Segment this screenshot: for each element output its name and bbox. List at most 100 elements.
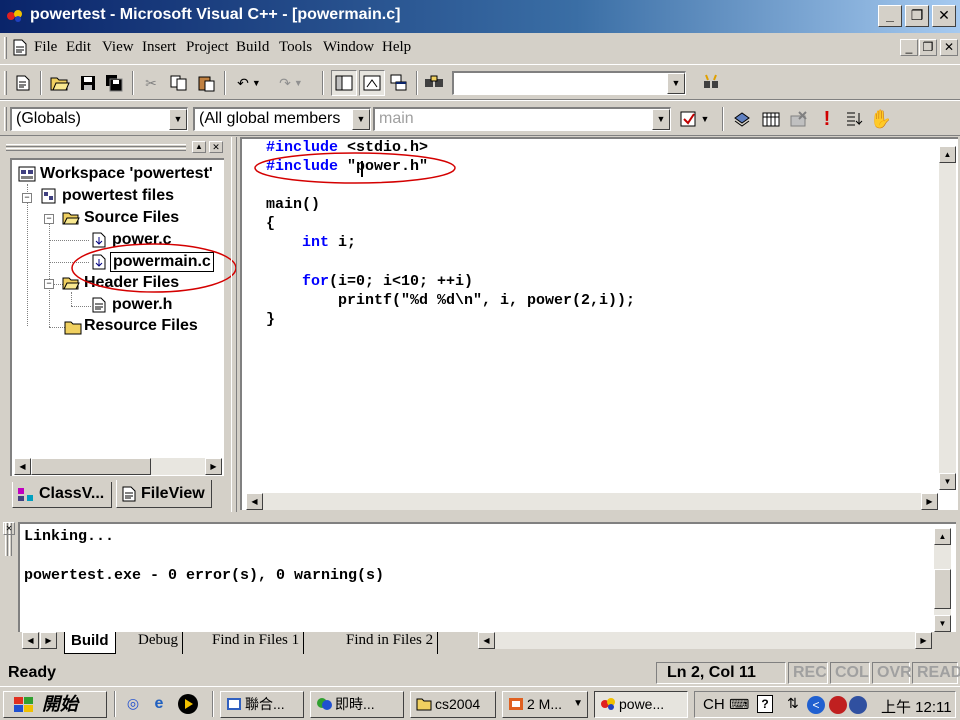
menu-project[interactable]: Project: [186, 39, 229, 56]
output-toggle-icon[interactable]: [359, 70, 385, 96]
workspace-toggle-icon[interactable]: [331, 70, 357, 96]
find-combo[interactable]: ▼: [452, 71, 686, 95]
keyboard-icon[interactable]: ⌨: [729, 696, 749, 713]
toolbar-grip[interactable]: [4, 107, 7, 131]
tab-scroll-left-button[interactable]: ◀: [22, 632, 39, 649]
mdi-restore-button[interactable]: ❐: [919, 39, 937, 56]
taskbar-button-active[interactable]: powe...: [594, 691, 688, 718]
chevron-down-icon[interactable]: ▼: [169, 109, 187, 130]
code-editor[interactable]: #include <stdio.h> #include "power.h" ma…: [240, 137, 958, 510]
paste-icon[interactable]: [194, 70, 220, 96]
toolbar-grip[interactable]: [4, 71, 7, 95]
menu-view[interactable]: View: [102, 39, 134, 56]
scroll-up-button[interactable]: ▲: [934, 528, 951, 545]
function-combo[interactable]: main ▼: [373, 107, 671, 131]
network-icon[interactable]: ⇅: [787, 695, 799, 712]
output-pane-grip[interactable]: ✕: [3, 522, 15, 632]
scroll-up-button[interactable]: ▲: [939, 146, 956, 163]
pane-dock-button[interactable]: ▲: [192, 141, 206, 153]
output-text-area[interactable]: Linking... powertest.exe - 0 error(s), 0…: [18, 522, 956, 632]
language-indicator[interactable]: CH: [703, 696, 725, 713]
compile-icon[interactable]: [730, 106, 756, 132]
tab-find-in-files-2[interactable]: Find in Files 2: [342, 632, 439, 654]
tree-item-workspace[interactable]: Workspace 'powertest': [40, 165, 213, 183]
pane-close-button[interactable]: ✕: [209, 141, 223, 153]
visual-cpp-icon[interactable]: [6, 8, 24, 24]
scroll-left-button[interactable]: ◀: [14, 458, 31, 475]
scroll-track[interactable]: [263, 493, 921, 510]
document-icon[interactable]: [12, 39, 28, 56]
tab-classview[interactable]: ClassV...: [12, 482, 112, 508]
tab-debug[interactable]: Debug: [134, 632, 183, 654]
scroll-down-button[interactable]: ▼: [939, 473, 956, 490]
help-icon[interactable]: ?: [757, 695, 773, 713]
scroll-track[interactable]: [495, 632, 915, 649]
scroll-thumb[interactable]: [934, 569, 951, 609]
pane-close-button[interactable]: ✕: [3, 522, 15, 535]
start-button[interactable]: 開始: [3, 691, 107, 718]
wizard-action-icon[interactable]: ▼: [674, 106, 714, 132]
clock[interactable]: 上午 12:11: [881, 696, 952, 717]
workspace-tree[interactable]: Workspace 'powertest' − powertest files …: [10, 158, 237, 476]
close-button[interactable]: ✕: [932, 5, 956, 27]
tray-back-icon[interactable]: <: [807, 696, 825, 714]
save-all-icon[interactable]: [102, 70, 128, 96]
title-bar[interactable]: powertest - Microsoft Visual C++ - [powe…: [0, 0, 960, 33]
menu-edit[interactable]: Edit: [66, 39, 91, 56]
new-text-file-icon[interactable]: [10, 70, 36, 96]
menu-file[interactable]: File: [34, 39, 57, 56]
chevron-down-icon[interactable]: ▼: [667, 73, 685, 94]
build-icon[interactable]: [758, 106, 784, 132]
chevron-down-icon[interactable]: ▼: [652, 109, 670, 130]
scroll-left-button[interactable]: ◀: [246, 493, 263, 510]
scroll-track[interactable]: [939, 163, 956, 473]
window-list-icon[interactable]: [386, 70, 412, 96]
scope-combo[interactable]: (Globals) ▼: [10, 107, 188, 131]
taskbar-button[interactable]: 即時...: [310, 691, 404, 718]
maximize-button[interactable]: ❐: [905, 5, 929, 27]
save-icon[interactable]: [75, 70, 101, 96]
collapse-icon[interactable]: −: [44, 279, 54, 289]
taskbar-button[interactable]: cs2004: [410, 691, 496, 718]
open-folder-icon[interactable]: [47, 70, 73, 96]
antivirus-icon[interactable]: [829, 696, 847, 714]
internet-explorer-icon[interactable]: e: [150, 695, 168, 713]
undo-icon[interactable]: ↶ ▼: [230, 70, 268, 96]
scroll-right-button[interactable]: ▶: [921, 493, 938, 510]
desktop-icon[interactable]: ◎: [124, 695, 142, 713]
collapse-icon[interactable]: −: [22, 193, 32, 203]
scroll-right-button[interactable]: ▶: [205, 458, 222, 475]
pane-splitter[interactable]: [231, 137, 237, 512]
tree-item-resource-files[interactable]: Resource Files: [84, 317, 198, 335]
menu-help[interactable]: Help: [382, 39, 411, 56]
scroll-thumb[interactable]: [31, 458, 151, 475]
media-player-icon[interactable]: [178, 694, 198, 714]
tree-item-project[interactable]: powertest files: [62, 187, 174, 205]
tab-build[interactable]: Build: [64, 632, 116, 654]
taskbar-button[interactable]: 聯合...: [220, 691, 304, 718]
find-icon[interactable]: [698, 70, 724, 96]
collapse-icon[interactable]: −: [44, 214, 54, 224]
tab-find-in-files-1[interactable]: Find in Files 1: [208, 632, 305, 654]
members-combo[interactable]: (All global members ▼: [193, 107, 371, 131]
tab-fileview[interactable]: FileView: [116, 480, 212, 508]
taskbar-button[interactable]: 2 M... ▼: [502, 691, 588, 718]
go-debug-icon[interactable]: [842, 106, 868, 132]
minimize-button[interactable]: _: [878, 5, 902, 27]
menu-window[interactable]: Window: [323, 39, 374, 56]
redo-icon[interactable]: ↷ ▼: [272, 70, 310, 96]
menubar-grip[interactable]: [4, 37, 7, 59]
menu-build[interactable]: Build: [236, 39, 269, 56]
mdi-minimize-button[interactable]: _: [900, 39, 918, 56]
cut-icon[interactable]: ✂: [138, 70, 164, 96]
execute-icon[interactable]: !: [814, 106, 840, 132]
menu-insert[interactable]: Insert: [142, 39, 176, 56]
tree-item-source-files[interactable]: Source Files: [84, 209, 179, 227]
menu-tools[interactable]: Tools: [279, 39, 312, 56]
chevron-down-icon[interactable]: ▼: [352, 109, 370, 130]
copy-icon[interactable]: [166, 70, 192, 96]
media-tray-icon[interactable]: [849, 696, 867, 714]
mdi-close-button[interactable]: ✕: [940, 39, 958, 56]
breakpoint-hand-icon[interactable]: ✋: [868, 106, 894, 132]
scroll-left-button[interactable]: ◀: [478, 632, 495, 649]
